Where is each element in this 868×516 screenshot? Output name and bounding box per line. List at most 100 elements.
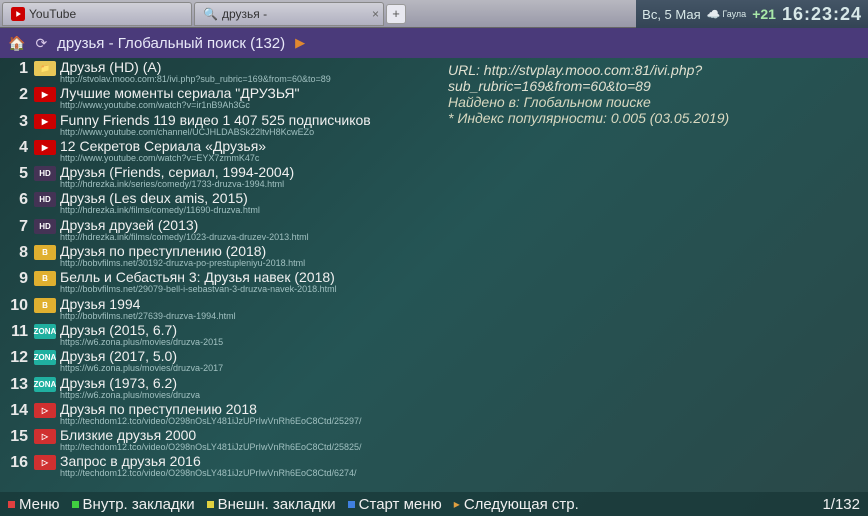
header-bar: 🏠 ⟳ друзья - Глобальный поиск (132) ▶ [0, 28, 868, 58]
row-number: 3 [4, 113, 28, 130]
weather-temp: +21 [752, 6, 776, 22]
zona-icon: ZONA [34, 324, 56, 339]
list-item[interactable]: 6 HD Друзья (Les deux amis, 2015) http:/… [4, 191, 430, 217]
row-number: 6 [4, 191, 28, 208]
clock-area: Вс, 5 Мая ☁️ Гаула +21 16:23:24 [636, 0, 868, 28]
home-icon[interactable]: 🏠 [8, 35, 25, 52]
detail-found: Найдено в: Глобальном поиске [448, 94, 862, 110]
zona-icon: ZONA [34, 377, 56, 392]
row-url: https://w6.zona.plus/movies/druzva-2015 [60, 338, 223, 347]
clock-time: 16:23:24 [782, 4, 862, 25]
youtube-icon: ▶ [34, 140, 56, 155]
row-number: 12 [4, 349, 28, 366]
tech-icon: ▷ [34, 455, 56, 470]
row-url: http://www.youtube.com/channel/UCJHLDABS… [60, 128, 371, 137]
list-item[interactable]: 11 ZONA Друзья (2015, 6.7) https://w6.zo… [4, 323, 430, 349]
list-item[interactable]: 8 B Друзья по преступлению (2018) http:/… [4, 244, 430, 270]
list-item[interactable]: 4 ▶ 12 Секретов Сериала «Друзья» http://… [4, 139, 430, 165]
list-item[interactable]: 3 ▶ Funny Friends 119 видео 1 407 525 по… [4, 113, 430, 139]
list-item[interactable]: 12 ZONA Друзья (2017, 5.0) https://w6.zo… [4, 349, 430, 375]
arrow-right-icon: ▸ [454, 497, 460, 511]
hdrezka-icon: HD [34, 166, 56, 181]
row-title: Лучшие моменты сериала "ДРУЗЬЯ" [60, 86, 299, 100]
youtube-icon: ▶ [34, 114, 56, 129]
row-url: https://w6.zona.plus/movies/druzva [60, 391, 200, 400]
row-number: 2 [4, 86, 28, 103]
list-item[interactable]: 1 📁 Друзья (HD) (A) http://stvolav.mooo.… [4, 60, 430, 86]
row-title: Друзья (2015, 6.7) [60, 323, 223, 337]
blue-dot-icon [348, 501, 355, 508]
row-number: 9 [4, 270, 28, 287]
tab-youtube[interactable]: YouTube [2, 2, 192, 26]
page-indicator: 1/132 [822, 496, 860, 513]
row-number: 13 [4, 376, 28, 393]
list-item[interactable]: 5 HD Друзья (Friends, сериал, 1994-2004)… [4, 165, 430, 191]
row-number: 4 [4, 139, 28, 156]
row-number: 16 [4, 454, 28, 471]
bobfilms-icon: B [34, 245, 56, 260]
row-url: http://bobvfilms.net/29079-bell-i-sebast… [60, 285, 337, 294]
youtube-icon: ▶ [34, 87, 56, 102]
tech-icon: ▷ [34, 403, 56, 418]
row-number: 10 [4, 297, 28, 314]
add-tab-button[interactable]: + [386, 4, 406, 24]
list-item[interactable]: 13 ZONA Друзья (1973, 6.2) https://w6.zo… [4, 376, 430, 402]
row-url: http://bobvfilms.net/30192-druzva-po-pre… [60, 259, 305, 268]
row-title: Запрос в друзья 2016 [60, 454, 357, 468]
close-icon[interactable]: × [372, 7, 379, 21]
refresh-icon[interactable]: ⟳ [35, 35, 47, 52]
row-number: 5 [4, 165, 28, 182]
row-number: 7 [4, 218, 28, 235]
footer-outer-bookmarks[interactable]: Внешн. закладки [207, 496, 336, 513]
footer-bar: Меню Внутр. закладки Внешн. закладки Ста… [0, 492, 868, 516]
weather-location: Гаула [722, 10, 746, 19]
list-item[interactable]: 15 ▷ Близкие друзья 2000 http://techdom1… [4, 428, 430, 454]
green-dot-icon [72, 501, 79, 508]
tab-label: друзья - [222, 7, 267, 21]
list-item[interactable]: 10 B Друзья 1994 http://bobvfilms.net/27… [4, 297, 430, 323]
youtube-icon [11, 7, 25, 21]
red-dot-icon [8, 501, 15, 508]
footer-next-page[interactable]: ▸Следующая стр. [454, 496, 579, 513]
row-title: Друзья (Les deux amis, 2015) [60, 191, 260, 205]
row-number: 11 [4, 323, 28, 340]
row-title: Друзья (2017, 5.0) [60, 349, 223, 363]
tab-search[interactable]: 🔍 друзья - × [194, 2, 384, 26]
search-icon: 🔍 [203, 7, 218, 21]
list-item[interactable]: 2 ▶ Лучшие моменты сериала "ДРУЗЬЯ" http… [4, 86, 430, 112]
row-url: http://www.youtube.com/watch?v=ir1nB9Ah3… [60, 101, 299, 110]
detail-url: URL: http://stvplay.mooo.com:81/ivi.php?… [448, 62, 862, 94]
row-title: Белль и Себастьян 3: Друзья навек (2018) [60, 270, 337, 284]
row-title: Друзья (Friends, сериал, 1994-2004) [60, 165, 294, 179]
detail-index: * Индекс популярности: 0.005 (03.05.2019… [448, 110, 862, 126]
row-url: http://techdom12.tco/video/O298nOsLY481i… [60, 469, 357, 478]
row-url: http://www.youtube.com/watch?v=EYX7zmmK4… [60, 154, 266, 163]
row-title: Друзья друзей (2013) [60, 218, 309, 232]
list-item[interactable]: 16 ▷ Запрос в друзья 2016 http://techdom… [4, 454, 430, 480]
page-title: друзья - Глобальный поиск (132) [57, 35, 285, 52]
row-title: Друзья 1994 [60, 297, 236, 311]
bobfilms-icon: B [34, 271, 56, 286]
hdrezka-icon: HD [34, 192, 56, 207]
row-url: http://hdrezka.ink/films/comedy/11690-dr… [60, 206, 260, 215]
row-title: Друзья по преступлению 2018 [60, 402, 362, 416]
row-url: http://bobvfilms.net/27639-druzva-1994.h… [60, 312, 236, 321]
footer-inner-bookmarks[interactable]: Внутр. закладки [72, 496, 195, 513]
list-item[interactable]: 7 HD Друзья друзей (2013) http://hdrezka… [4, 218, 430, 244]
results-list: 1 📁 Друзья (HD) (A) http://stvolav.mooo.… [0, 58, 430, 492]
details-panel: URL: http://stvplay.mooo.com:81/ivi.php?… [430, 58, 868, 492]
list-item[interactable]: 14 ▷ Друзья по преступлению 2018 http://… [4, 402, 430, 428]
tab-label: YouTube [29, 7, 76, 21]
row-title: Близкие друзья 2000 [60, 428, 362, 442]
cloud-icon: ☁️ [707, 8, 721, 21]
row-title: Друзья (HD) (A) [60, 60, 331, 74]
hdrezka-icon: HD [34, 219, 56, 234]
footer-menu[interactable]: Меню [8, 496, 60, 513]
list-item[interactable]: 9 B Белль и Себастьян 3: Друзья навек (2… [4, 270, 430, 296]
row-url: http://stvolav.mooo.com:81/ivi.php?sub_r… [60, 75, 331, 84]
footer-start-menu[interactable]: Старт меню [348, 496, 442, 513]
date-label: Вс, 5 Мая [642, 7, 700, 22]
yellow-dot-icon [207, 501, 214, 508]
bobfilms-icon: B [34, 298, 56, 313]
chevron-right-icon[interactable]: ▶ [295, 35, 305, 51]
